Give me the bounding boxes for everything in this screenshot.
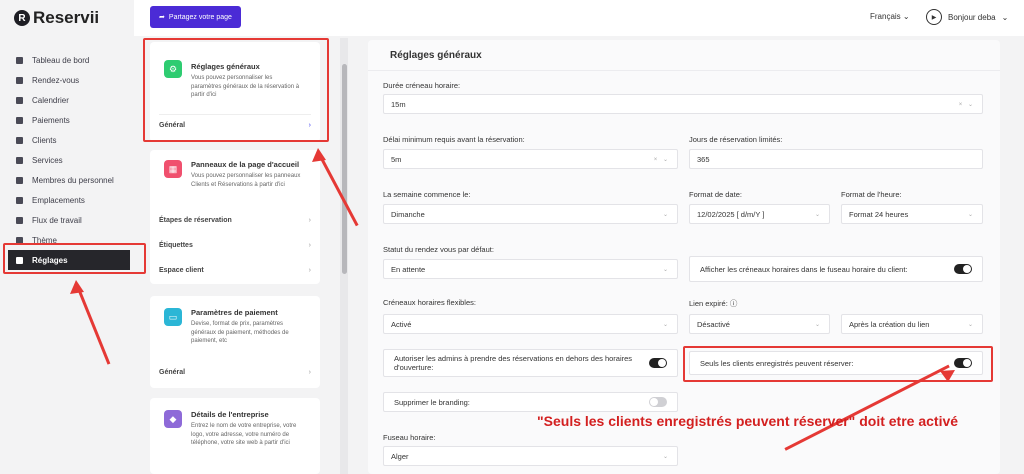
- arrowhead-1-icon: [312, 148, 326, 162]
- arrowheads: [70, 148, 955, 382]
- arrowhead-2-icon: [70, 280, 84, 294]
- annotation-text: "Seuls les clients enregistrés peuvent r…: [537, 413, 959, 429]
- arrowhead-3-icon: [940, 370, 955, 382]
